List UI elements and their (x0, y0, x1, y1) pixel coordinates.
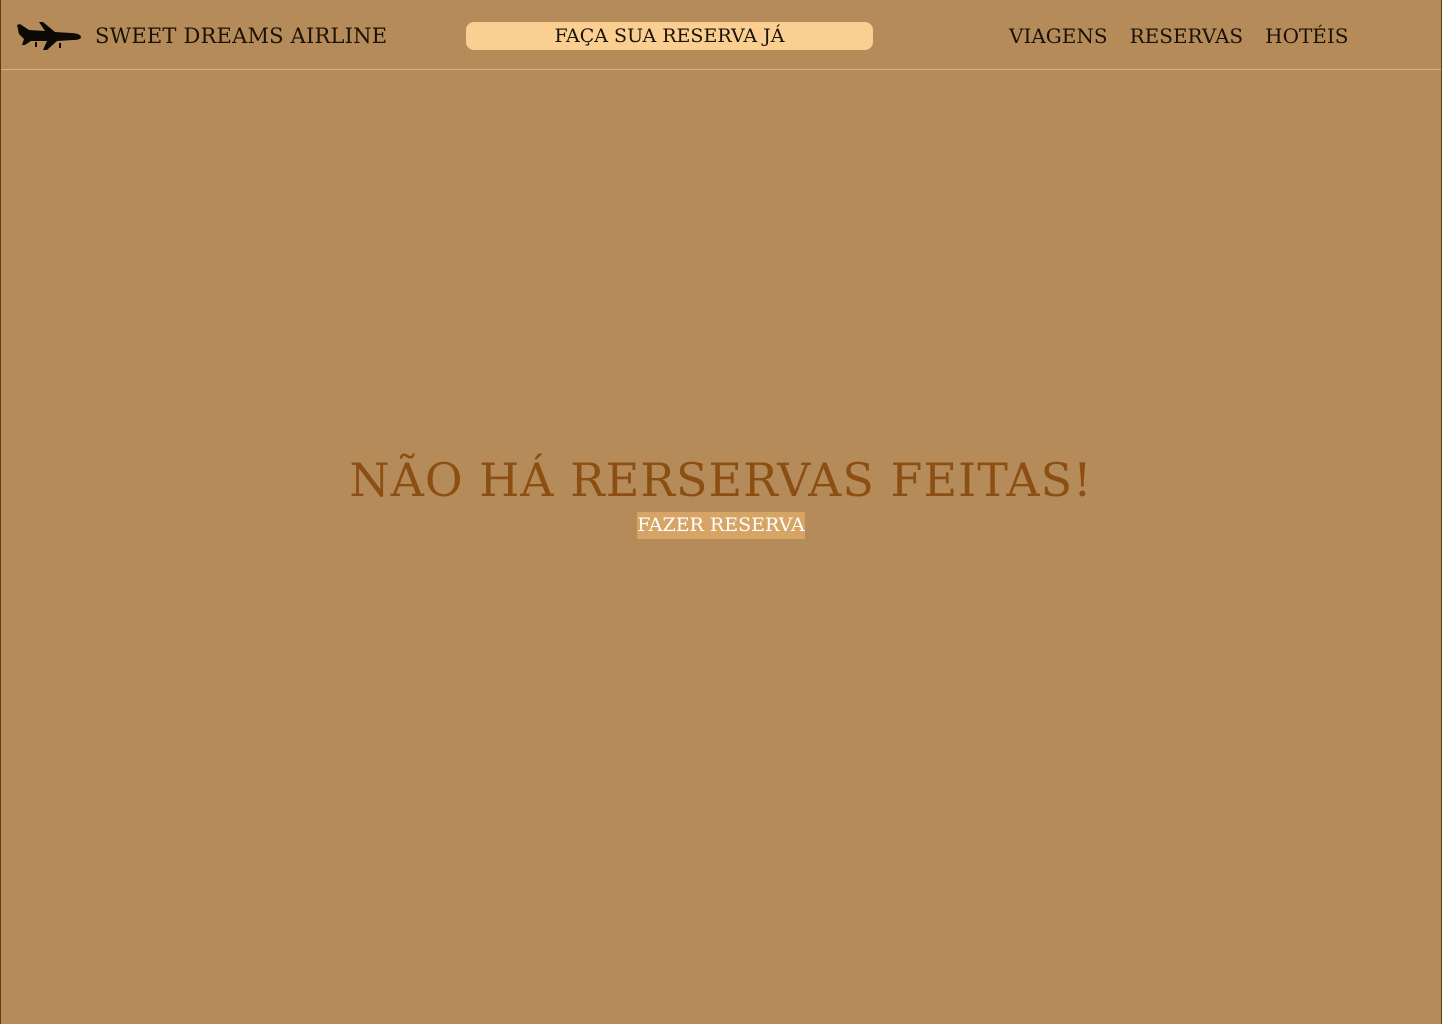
main-nav: VIAGENS RESERVAS HOTÉIS (1009, 24, 1349, 48)
nav-item-reservas[interactable]: RESERVAS (1130, 24, 1244, 48)
airplane-icon[interactable] (15, 20, 83, 52)
nav-item-viagens[interactable]: VIAGENS (1009, 24, 1108, 48)
page: SWEET DREAMS AIRLINE FAÇA SUA RESERVA JÁ… (0, 0, 1442, 1024)
empty-message: NÃO HÁ RERSERVAS FEITAS! (349, 453, 1093, 507)
nav-item-hoteis[interactable]: HOTÉIS (1265, 24, 1348, 48)
empty-reservations: NÃO HÁ RERSERVAS FEITAS! FAZER RESERVA (1, 452, 1441, 539)
brand-name[interactable]: SWEET DREAMS AIRLINE (95, 24, 387, 48)
top-header: SWEET DREAMS AIRLINE FAÇA SUA RESERVA JÁ… (1, 0, 1441, 70)
book-now-button[interactable]: FAÇA SUA RESERVA JÁ (466, 22, 873, 50)
make-reservation-button[interactable]: FAZER RESERVA (637, 512, 805, 539)
